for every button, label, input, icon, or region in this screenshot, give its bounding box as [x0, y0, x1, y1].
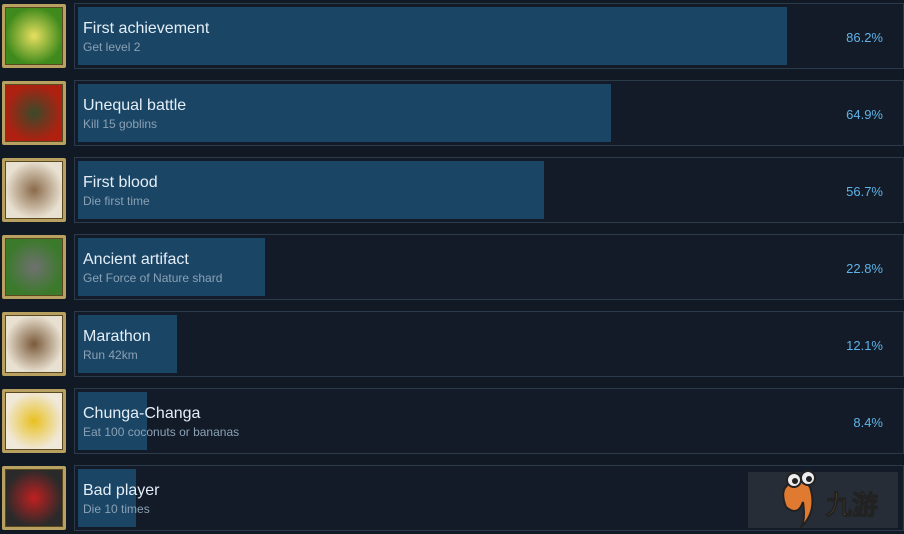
achievement-panel: Chunga-Changa Eat 100 coconuts or banana… — [74, 388, 904, 454]
achievement-row[interactable]: First achievement Get level 2 86.2% — [0, 3, 904, 69]
reaper-icon — [2, 466, 66, 530]
achievement-percent: 22.8% — [846, 261, 883, 276]
crossbones-icon — [2, 158, 66, 222]
achievement-title: First blood — [83, 174, 158, 191]
achievement-percent: 8.4% — [853, 415, 883, 430]
achievement-row[interactable]: First blood Die first time 56.7% — [0, 157, 904, 223]
achievement-panel: Ancient artifact Get Force of Nature sha… — [74, 234, 904, 300]
watermark-logo: 九游 — [748, 462, 898, 529]
runner-icon — [2, 312, 66, 376]
achievement-row[interactable]: Marathon Run 42km 12.1% — [0, 311, 904, 377]
campfire-icon — [2, 4, 66, 68]
achievement-title: Unequal battle — [83, 97, 187, 114]
achievement-title: Marathon — [83, 328, 151, 345]
achievement-description: Kill 15 goblins — [83, 117, 158, 131]
achievement-title: Ancient artifact — [83, 251, 189, 268]
achievement-panel: Marathon Run 42km 12.1% — [74, 311, 904, 377]
achievement-description: Die 10 times — [83, 502, 150, 516]
achievement-row[interactable]: Ancient artifact Get Force of Nature sha… — [0, 234, 904, 300]
achievement-description: Get Force of Nature shard — [83, 271, 223, 285]
achievement-panel: First blood Die first time 56.7% — [74, 157, 904, 223]
achievement-percent: 86.2% — [846, 30, 883, 45]
achievement-percent: 56.7% — [846, 184, 883, 199]
achievement-title: Bad player — [83, 482, 160, 499]
achievement-description: Get level 2 — [83, 40, 141, 54]
achievement-description: Die first time — [83, 194, 150, 208]
achievement-row[interactable]: Unequal battle Kill 15 goblins 64.9% — [0, 80, 904, 146]
banana-coconut-icon — [2, 389, 66, 453]
artifact-icon — [2, 235, 66, 299]
achievement-panel: Unequal battle Kill 15 goblins 64.9% — [74, 80, 904, 146]
watermark-text: 九游 — [825, 491, 878, 521]
achievement-title: First achievement — [83, 20, 210, 37]
achievement-percent: 12.1% — [846, 338, 883, 353]
sword-goblin-icon — [2, 81, 66, 145]
achievement-panel: First achievement Get level 2 86.2% — [74, 3, 904, 69]
achievement-percent: 64.9% — [846, 107, 883, 122]
achievement-description: Eat 100 coconuts or bananas — [83, 425, 240, 439]
achievement-title: Chunga-Changa — [83, 405, 201, 422]
achievement-description: Run 42km — [83, 348, 138, 362]
achievement-row[interactable]: Chunga-Changa Eat 100 coconuts or banana… — [0, 388, 904, 454]
